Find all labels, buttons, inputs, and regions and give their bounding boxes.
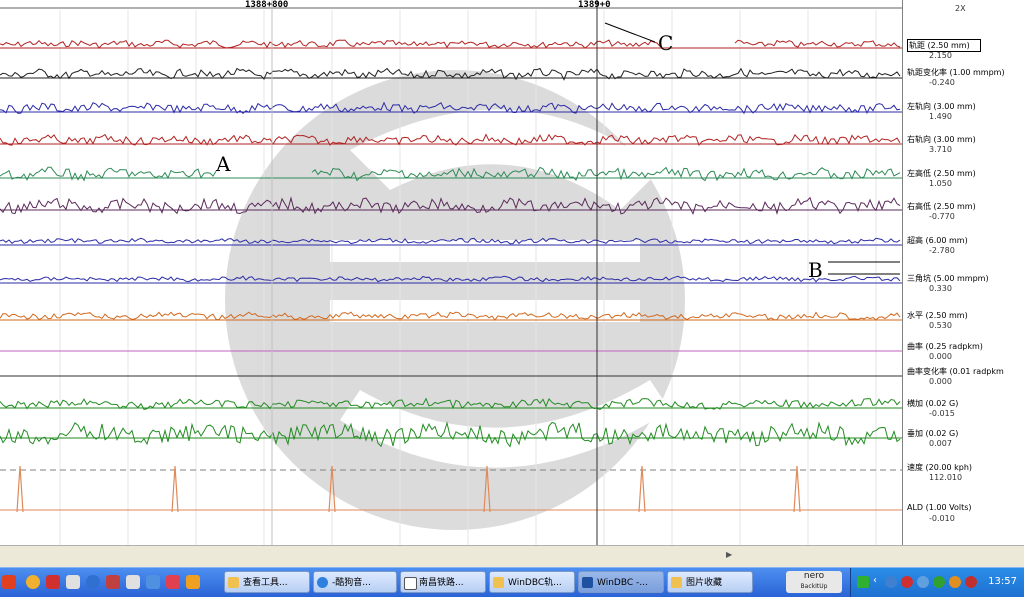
channel-value: -0.240 [929, 78, 955, 87]
taskbar-item[interactable]: -酷狗音... [313, 571, 397, 593]
ald-pulse [171, 465, 179, 513]
tray-expand-icon[interactable]: ‹ [873, 575, 877, 586]
channel-label: 曲率 (0.25 radpkm) [907, 342, 983, 351]
channel-label: 轨距变化率 (1.00 mmpm) [907, 68, 1005, 77]
annotation-b: B [808, 258, 823, 282]
quicklaunch-icon[interactable] [66, 575, 80, 589]
quicklaunch-icon[interactable] [166, 575, 180, 589]
channel-value: 0.000 [929, 377, 952, 386]
km-marker-left: 1388+800 [245, 0, 289, 10]
nero-backitup-button[interactable]: nero BackItUp [786, 571, 842, 593]
taskbar-item[interactable]: WinDBC轨... [489, 571, 575, 593]
taskbar-item[interactable]: 图片收藏 [667, 571, 753, 593]
zoom-level: 2X [955, 4, 966, 13]
quicklaunch-icon[interactable] [2, 575, 16, 589]
channel-value: 1.490 [929, 112, 952, 121]
quicklaunch-icon[interactable] [186, 575, 200, 589]
tray-icon[interactable] [949, 576, 961, 588]
annotation-c: C [658, 31, 674, 55]
channel-value: 0.530 [929, 321, 952, 330]
ald-pulse [638, 465, 646, 513]
channel-value: 0.000 [929, 352, 952, 361]
taskbar-item[interactable]: 查看工具... [224, 571, 310, 593]
folder-icon [228, 577, 239, 588]
channel-label: 右轨向 (3.00 mm) [907, 135, 976, 144]
quicklaunch-icon[interactable] [26, 575, 40, 589]
channel-label: 左高低 (2.50 mm) [907, 169, 976, 178]
channel-value: 0.007 [929, 439, 952, 448]
channel-value: -2.780 [929, 246, 955, 255]
channel-trace [0, 39, 901, 49]
quicklaunch-icon[interactable] [86, 575, 100, 589]
horizontal-scrollbar[interactable]: ▶ [0, 545, 1024, 568]
tray-icon[interactable] [901, 576, 913, 588]
tray-icon[interactable] [857, 576, 869, 588]
system-tray: ‹ 13:57 [850, 568, 1024, 597]
km-marker-right: 1389+0 [578, 0, 611, 10]
app-icon [582, 577, 593, 588]
quicklaunch-icon[interactable] [146, 575, 160, 589]
quicklaunch [0, 572, 220, 594]
channel-value: 1.050 [929, 179, 952, 188]
tray-icon[interactable] [885, 576, 897, 588]
channel-label: 垂加 (0.02 G) [907, 429, 959, 438]
channel-label: 右高低 (2.50 mm) [907, 202, 976, 211]
channel-label: 三角坑 (5.00 mmpm) [907, 274, 989, 283]
channel-label: 超高 (6.00 mm) [907, 236, 968, 245]
channel-value: 0.330 [929, 284, 952, 293]
ald-pulse [793, 465, 801, 513]
waveform-canvas [0, 0, 902, 545]
channel-label: 左轨向 (3.00 mm) [907, 102, 976, 111]
tray-icon[interactable] [917, 576, 929, 588]
channel-value: 2.150 [929, 51, 952, 60]
channel-label: 横加 (0.02 G) [907, 399, 959, 408]
track-geometry-plot[interactable]: 1388+800 1389+0 A B C [0, 0, 902, 545]
channel-label: 水平 (2.50 mm) [907, 311, 968, 320]
channel-legend-panel: 2X 轨距 (2.50 mm) 2.150 轨距变化率 (1.00 mmpm) -0.… [902, 0, 1024, 545]
tray-icon[interactable] [933, 576, 945, 588]
folder-icon [671, 577, 682, 588]
scroll-right-arrow[interactable]: ▶ [726, 550, 736, 562]
quicklaunch-icon[interactable] [46, 575, 60, 589]
quicklaunch-icon[interactable] [126, 575, 140, 589]
document-icon [404, 577, 417, 590]
clock: 13:57 [988, 576, 1017, 587]
channel-label: 速度 (20.00 kph) [907, 463, 973, 472]
quicklaunch-icon[interactable] [106, 575, 120, 589]
channel-label: 曲率变化率 (0.01 radpkm [907, 367, 1004, 376]
channel-value: -0.015 [929, 409, 955, 418]
watermark-logo [225, 70, 685, 530]
taskbar-item-active[interactable]: WinDBC -... [578, 571, 664, 593]
annotation-a: A [216, 152, 231, 176]
tray-icon[interactable] [965, 576, 977, 588]
ald-pulse [16, 465, 24, 513]
taskbar-item[interactable]: 南昌铁路... [400, 571, 486, 593]
app-icon [317, 577, 328, 588]
taskbar: 查看工具... -酷狗音... 南昌铁路... WinDBC轨... WinDB… [0, 567, 1024, 597]
channel-value: -0.770 [929, 212, 955, 221]
channel-label: ALD (1.00 Volts) [907, 503, 972, 512]
channel-value: 112.010 [929, 473, 963, 482]
channel-value: 3.710 [929, 145, 952, 154]
channel-value: -0.010 [929, 514, 955, 523]
folder-icon [493, 577, 504, 588]
